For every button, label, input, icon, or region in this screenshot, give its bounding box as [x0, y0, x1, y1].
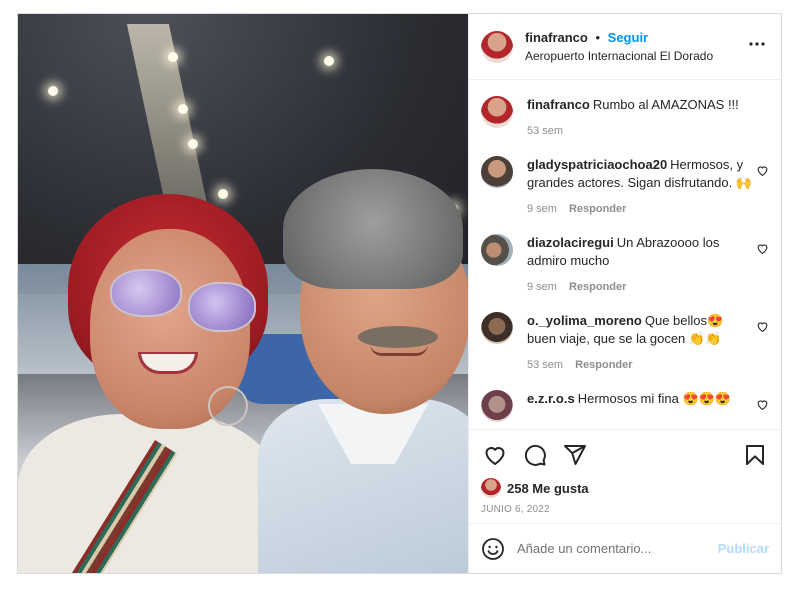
post-header: finafranco • Seguir Aeropuerto Internaci… [469, 14, 781, 80]
comment-like-icon[interactable] [755, 398, 769, 412]
post-actions: 258 Me gusta JUNIO 6, 2022 [469, 429, 781, 523]
comment-time[interactable]: 9 sem [527, 203, 557, 215]
comment-time[interactable]: 53 sem [527, 359, 563, 371]
liker-avatar [481, 478, 501, 498]
bookmark-icon[interactable] [741, 441, 769, 469]
commenter-avatar[interactable] [481, 156, 513, 188]
comment-item: e.z.r.o.s Hermosos mi fina 😍😍😍 [481, 390, 769, 422]
emoji-icon[interactable] [481, 537, 505, 561]
comment-username[interactable]: diazolaciregui [527, 235, 614, 250]
more-icon[interactable] [745, 32, 769, 61]
comment-like-icon[interactable] [755, 242, 769, 256]
comment-username[interactable]: e.z.r.o.s [527, 391, 575, 406]
comment-icon[interactable] [521, 441, 549, 469]
comment-username[interactable]: gladyspatriciaochoa20 [527, 157, 667, 172]
reply-button[interactable]: Responder [575, 359, 632, 371]
post-side-panel: finafranco • Seguir Aeropuerto Internaci… [468, 14, 781, 573]
post-date[interactable]: JUNIO 6, 2022 [481, 504, 769, 515]
reply-button[interactable]: Responder [569, 203, 626, 215]
heart-icon[interactable] [481, 441, 509, 469]
comment-like-icon[interactable] [755, 320, 769, 334]
comment-item: o._yolima_moreno Que bellos😍 buen viaje, … [481, 312, 769, 374]
separator-dot: • [595, 30, 601, 45]
comment-item: diazolaciregui Un Abrazoooo los admiro mu… [481, 234, 769, 296]
commenter-avatar[interactable] [481, 312, 513, 344]
action-icons [481, 438, 769, 472]
likes-count[interactable]: 258 Me gusta [507, 481, 589, 496]
author-avatar[interactable] [481, 30, 513, 63]
comment-username[interactable]: o._yolima_moreno [527, 313, 642, 328]
comment-input[interactable] [517, 541, 718, 556]
post-location[interactable]: Aeropuerto Internacional El Dorado [525, 49, 745, 63]
share-icon[interactable] [561, 441, 589, 469]
commenter-avatar[interactable] [481, 390, 513, 422]
caption-time[interactable]: 53 sem [527, 125, 563, 137]
instagram-post: finafranco • Seguir Aeropuerto Internaci… [17, 13, 782, 574]
add-comment-bar: Publicar [469, 523, 781, 573]
publish-button[interactable]: Publicar [718, 541, 769, 556]
comment-time[interactable]: 9 sem [527, 281, 557, 293]
comment-like-icon[interactable] [755, 164, 769, 178]
post-photo[interactable] [18, 14, 468, 573]
comment-item: gladyspatriciaochoa20 Hermosos, y grandes… [481, 156, 769, 218]
caption-text: Rumbo al AMAZONAS !!! [592, 97, 739, 112]
author-username[interactable]: finafranco [525, 30, 588, 45]
reply-button[interactable]: Responder [569, 281, 626, 293]
caption-avatar[interactable] [481, 96, 513, 128]
comment-text: Hermosos mi fina 😍😍😍 [577, 391, 732, 406]
likes-row[interactable]: 258 Me gusta [481, 478, 769, 498]
caption: finafranco Rumbo al AMAZONAS !!! 53 sem [481, 96, 769, 140]
author-info: finafranco • Seguir Aeropuerto Internaci… [525, 30, 745, 63]
commenter-avatar[interactable] [481, 234, 513, 266]
follow-button[interactable]: Seguir [608, 30, 648, 45]
comments-list[interactable]: finafranco Rumbo al AMAZONAS !!! 53 sem g… [469, 80, 781, 429]
caption-username[interactable]: finafranco [527, 97, 590, 112]
